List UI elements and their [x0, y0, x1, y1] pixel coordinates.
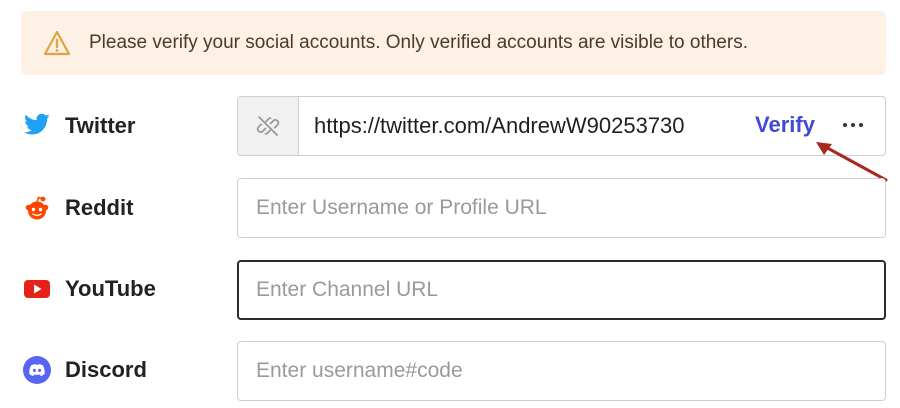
youtube-label: YouTube: [65, 276, 156, 301]
verification-alert: Please verify your social accounts. Only…: [21, 11, 886, 75]
unlink-icon: [256, 116, 280, 136]
twitter-label: Twitter: [65, 113, 136, 138]
alert-message: Please verify your social accounts. Only…: [89, 32, 748, 53]
reddit-field[interactable]: [237, 178, 886, 238]
reddit-input[interactable]: [238, 179, 885, 237]
discord-input[interactable]: [238, 342, 885, 400]
reddit-label: Reddit: [65, 195, 134, 220]
warning-icon: [43, 30, 71, 56]
reddit-icon: [25, 196, 49, 220]
youtube-input[interactable]: [239, 262, 884, 318]
twitter-url-value[interactable]: https://twitter.com/AndrewW90253730: [314, 113, 685, 139]
twitter-url-field[interactable]: https://twitter.com/AndrewW90253730 Veri…: [237, 96, 886, 156]
verify-button[interactable]: Verify: [755, 112, 815, 138]
unlink-button[interactable]: [238, 97, 299, 155]
discord-label: Discord: [65, 357, 147, 382]
twitter-icon: [24, 113, 50, 135]
youtube-icon: [24, 280, 50, 298]
youtube-field[interactable]: [237, 260, 886, 320]
discord-field[interactable]: [237, 341, 886, 401]
more-options-icon[interactable]: [842, 117, 864, 133]
discord-icon: [23, 356, 51, 384]
